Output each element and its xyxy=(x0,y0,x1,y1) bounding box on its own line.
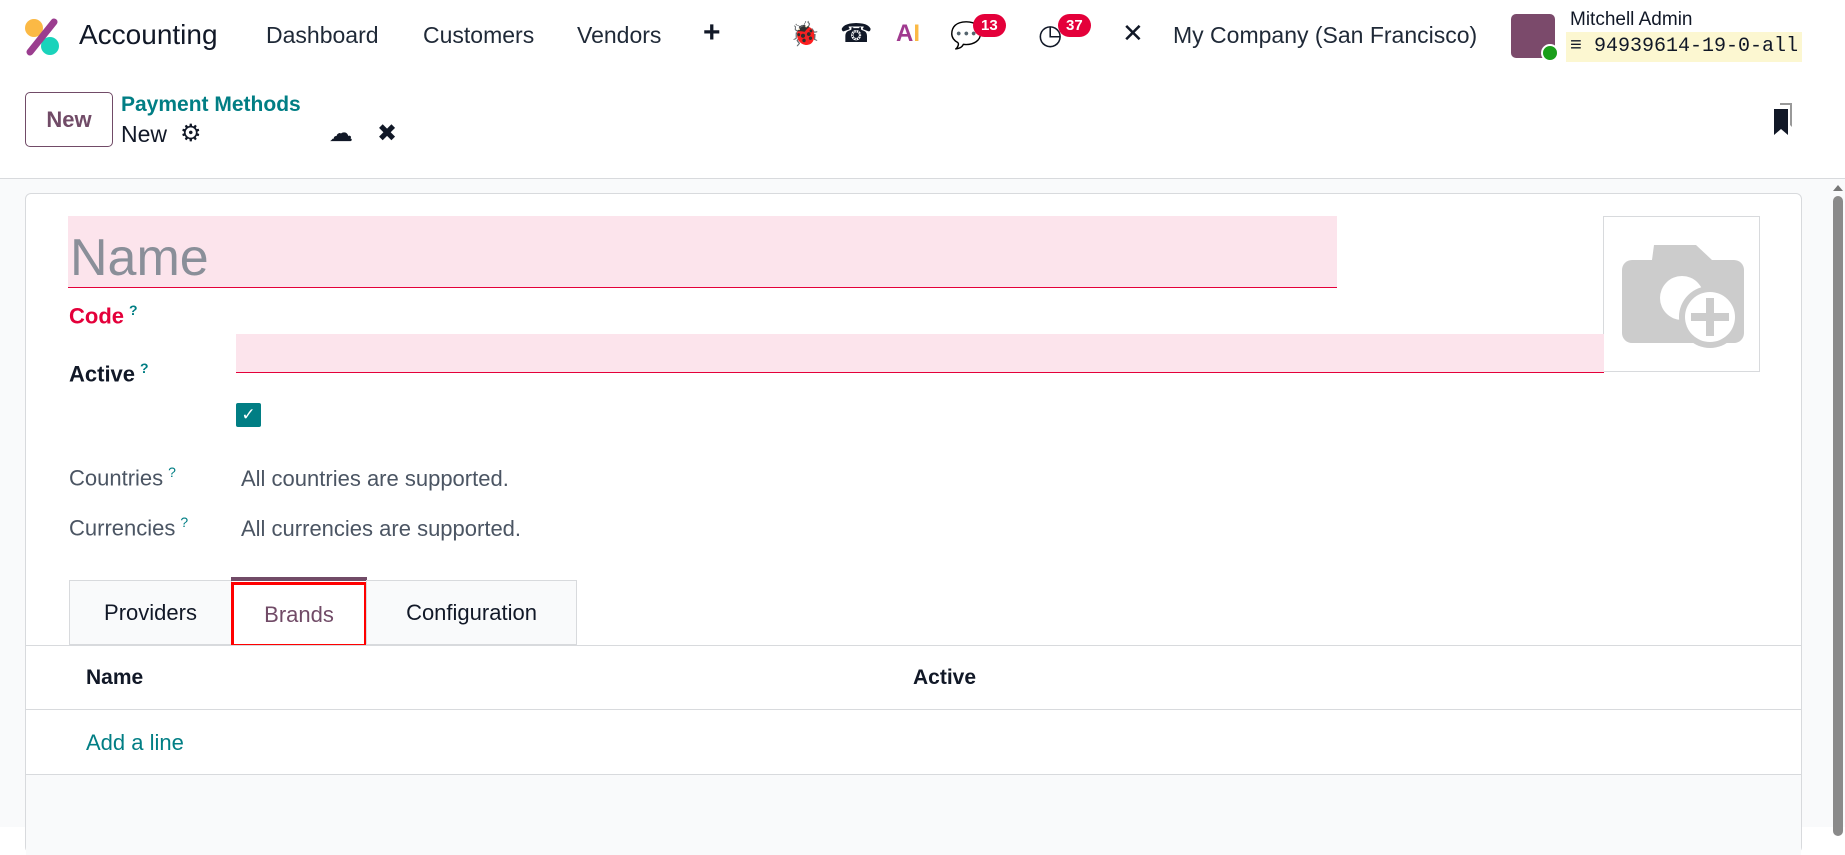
tab-providers[interactable]: Providers xyxy=(69,580,232,645)
bug-icon[interactable]: 🐞 xyxy=(790,20,820,49)
breadcrumb-payment-methods[interactable]: Payment Methods xyxy=(121,93,301,117)
app-name[interactable]: Accounting xyxy=(79,19,218,51)
ai-icon[interactable]: AI xyxy=(896,20,920,48)
save-cloud-icon[interactable]: ☁ xyxy=(329,119,353,148)
online-status-icon xyxy=(1541,44,1559,62)
code-label: Code? xyxy=(69,302,138,329)
table-row: Add a line xyxy=(26,710,1801,775)
tab-configuration[interactable]: Configuration xyxy=(366,580,577,645)
breadcrumb-current: New xyxy=(121,121,168,147)
top-navbar: Accounting Dashboard Customers Vendors +… xyxy=(0,0,1845,73)
tools-icon[interactable]: ✕ xyxy=(1122,18,1144,49)
code-input[interactable] xyxy=(236,334,1604,373)
name-input[interactable]: Name xyxy=(68,216,1337,288)
help-icon[interactable]: ? xyxy=(140,360,149,376)
gear-icon[interactable]: ⚙ xyxy=(180,119,202,148)
camera-add-icon xyxy=(1622,245,1744,348)
bookmark-icon[interactable] xyxy=(1772,103,1794,135)
help-icon[interactable]: ? xyxy=(129,302,138,318)
column-active[interactable]: Active xyxy=(913,666,976,690)
company-switcher[interactable]: My Company (San Francisco) xyxy=(1173,22,1477,49)
user-name[interactable]: Mitchell Admin xyxy=(1570,9,1693,31)
discard-icon[interactable]: ✖ xyxy=(377,119,397,148)
column-name[interactable]: Name xyxy=(86,666,143,690)
sheet-footer xyxy=(26,775,1801,855)
phone-icon[interactable]: ☎ xyxy=(840,18,872,49)
database-icon: ≡ xyxy=(1570,35,1583,58)
table-header: Name Active xyxy=(26,645,1801,710)
messages-badge: 13 xyxy=(973,14,1006,37)
control-panel: New Payment Methods New ⚙ ☁ ✖ xyxy=(0,73,1845,179)
currencies-label: Currencies? xyxy=(69,514,189,541)
image-upload[interactable] xyxy=(1603,216,1760,372)
scrollbar[interactable] xyxy=(1833,196,1843,836)
currencies-value: All currencies are supported. xyxy=(241,516,522,541)
menu-dashboard[interactable]: Dashboard xyxy=(266,22,379,49)
form-sheet: Name Code? Active? ✓ Countries? All coun… xyxy=(25,193,1802,855)
database-name: 94939614-19-0-all xyxy=(1594,35,1799,58)
menu-customers[interactable]: Customers xyxy=(423,22,534,49)
plus-icon[interactable]: + xyxy=(703,16,721,50)
countries-label: Countries? xyxy=(69,464,176,491)
database-badge: ≡ 94939614-19-0-all xyxy=(1566,32,1803,62)
countries-value: All countries are supported. xyxy=(241,466,509,491)
active-checkbox[interactable]: ✓ xyxy=(236,403,261,427)
menu-vendors[interactable]: Vendors xyxy=(577,22,661,49)
app-logo-icon[interactable] xyxy=(24,18,62,56)
scroll-up-icon[interactable] xyxy=(1833,185,1843,191)
active-tab-indicator xyxy=(231,577,367,581)
form-view: Name Code? Active? ✓ Countries? All coun… xyxy=(0,179,1845,855)
activities-badge: 37 xyxy=(1058,14,1091,37)
avatar[interactable] xyxy=(1511,14,1559,62)
tab-brands[interactable]: Brands xyxy=(231,582,367,647)
help-icon[interactable]: ? xyxy=(168,464,176,480)
help-icon[interactable]: ? xyxy=(180,514,188,530)
active-label: Active? xyxy=(69,360,149,387)
add-line-link[interactable]: Add a line xyxy=(86,730,184,756)
new-button[interactable]: New xyxy=(25,92,113,147)
